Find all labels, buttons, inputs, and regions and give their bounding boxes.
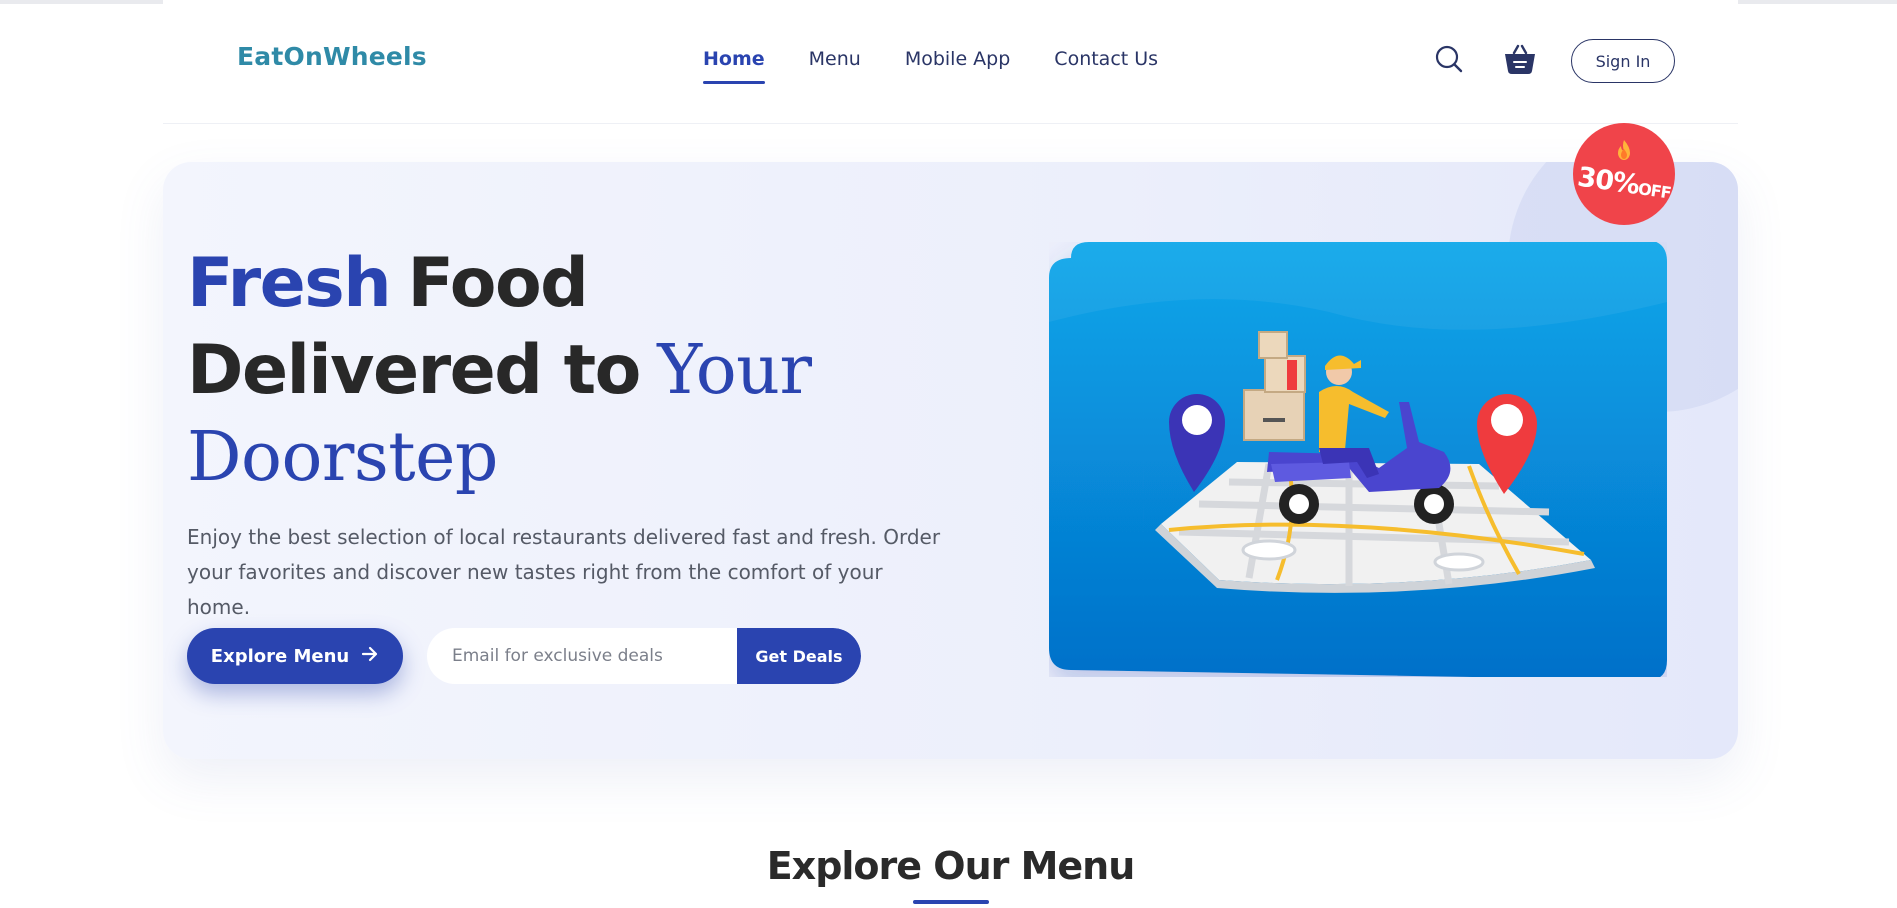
hero-title-food: Food [407, 244, 589, 323]
sign-in-button[interactable]: Sign In [1571, 39, 1675, 83]
main-nav: Home Menu Mobile App Contact Us [703, 48, 1158, 84]
hero-banner: Fresh Food Delivered to Your Doorstep En… [163, 162, 1738, 759]
nav-item-contact-us[interactable]: Contact Us [1054, 48, 1158, 70]
search-icon[interactable] [1433, 44, 1465, 76]
hero-title-fresh: Fresh [187, 241, 392, 327]
deals-form: Get Deals [427, 628, 861, 684]
discount-off: OFF [1636, 179, 1672, 203]
explore-menu-button[interactable]: Explore Menu [187, 628, 403, 684]
hero-title-your: Your [657, 331, 812, 410]
hero-title: Fresh Food Delivered to Your Doorstep [187, 240, 812, 501]
site-header: EatOnWheels Home Menu Mobile App Contact… [163, 0, 1738, 124]
hero-title-doorstep: Doorstep [187, 418, 498, 497]
explore-menu-label: Explore Menu [210, 645, 350, 667]
hero-title-delivered: Delivered to [187, 331, 641, 410]
page-container: EatOnWheels Home Menu Mobile App Contact… [163, 0, 1738, 908]
get-deals-button[interactable]: Get Deals [737, 628, 861, 684]
discount-text: 30%OFF [1571, 162, 1677, 209]
section-title: Explore Our Menu [766, 844, 1136, 888]
nav-item-mobile-app[interactable]: Mobile App [905, 48, 1010, 70]
basket-icon[interactable] [1503, 42, 1535, 74]
hero-description: Enjoy the best selection of local restau… [187, 525, 941, 619]
section-title-underline [913, 900, 989, 904]
delivery-illustration [1049, 240, 1667, 681]
logo[interactable]: EatOnWheels [237, 42, 427, 71]
discount-badge: 30%OFF [1573, 123, 1675, 225]
arrow-right-icon [361, 646, 379, 667]
nav-item-menu[interactable]: Menu [809, 48, 861, 70]
nav-item-home[interactable]: Home [703, 48, 765, 84]
email-field[interactable] [427, 628, 737, 684]
